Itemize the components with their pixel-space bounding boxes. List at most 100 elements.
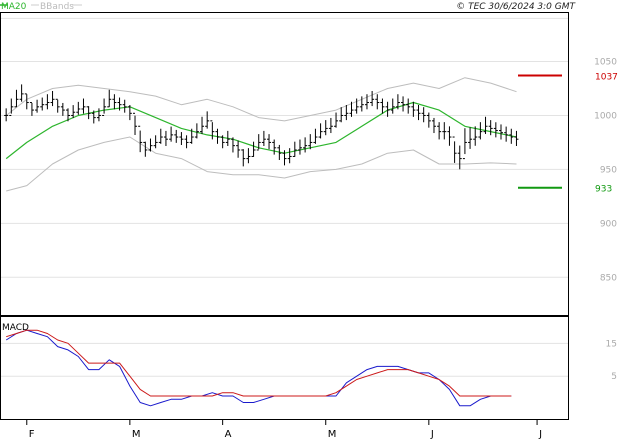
macd-lines (5, 329, 512, 407)
price-tick-label: 950 (600, 165, 617, 175)
price-bar (194, 123, 199, 139)
price-bar (163, 130, 168, 146)
price-bar (323, 120, 328, 136)
price-bar (493, 122, 498, 138)
price-y-axis: 1050 1000 950 900 850 (594, 58, 617, 284)
price-bar (401, 96, 406, 112)
price-bar (318, 123, 323, 139)
price-bar (40, 97, 45, 111)
price-bar (81, 98, 86, 114)
resistance-level-label: 1037 (595, 73, 618, 83)
price-bar (411, 101, 416, 117)
price-bar (344, 105, 349, 121)
price-bar (241, 149, 246, 167)
price-bar (107, 89, 112, 108)
ma20-legend-label: MA20 (1, 2, 27, 12)
bbands-legend-label: BBands (40, 2, 74, 12)
price-bar (19, 84, 24, 102)
price-bar (452, 136, 457, 163)
price-bar (133, 112, 138, 135)
price-bar (431, 117, 436, 134)
price-bar (457, 145, 462, 170)
price-bar (313, 128, 318, 144)
price-bar (272, 139, 277, 155)
price-bar (406, 98, 411, 114)
macd-grid (1, 342, 568, 377)
price-bar (210, 120, 215, 140)
price-bar (14, 89, 19, 108)
price-bar (488, 120, 493, 136)
price-bar (334, 112, 339, 128)
price-tick-label: 1000 (594, 111, 617, 121)
price-bar (375, 94, 380, 110)
price-bar (246, 148, 251, 164)
price-bar (303, 137, 308, 153)
price-bar (328, 117, 333, 134)
month-label: M (132, 429, 141, 440)
ma20-line (5, 101, 517, 160)
price-bar (416, 105, 421, 121)
price-bar (143, 141, 148, 157)
price-bar (112, 94, 117, 110)
month-label: M (328, 429, 337, 440)
price-bar (447, 126, 452, 146)
price-bar (55, 98, 60, 113)
price-bar (421, 107, 426, 123)
macd-tick-label: 5 (611, 372, 617, 382)
month-label: J (430, 429, 434, 440)
price-bar (380, 98, 385, 114)
bb-lower-line (6, 136, 517, 192)
price-bar (29, 102, 34, 116)
macd-title: MACD (2, 323, 29, 333)
price-bar (179, 132, 184, 146)
price-bar (287, 148, 292, 164)
price-bar (478, 122, 483, 140)
price-bar (468, 127, 473, 149)
price-bar (169, 126, 174, 142)
bollinger-bands (5, 77, 517, 192)
macd-y-axis: 15 5 (606, 339, 617, 382)
price-bar (426, 112, 431, 128)
price-tick-label: 900 (600, 219, 617, 229)
price-bar (184, 135, 189, 149)
price-bar (267, 134, 272, 150)
price-bar (292, 141, 297, 157)
price-bar (35, 99, 40, 113)
price-bar (60, 102, 65, 116)
price-tick-label: 850 (600, 273, 617, 283)
price-bar (514, 130, 519, 146)
price-bar (251, 141, 256, 157)
month-label: J (538, 429, 542, 440)
stock-chart: MA20 BBands © TEC 30/6/2024 3:0 GMT 1050… (0, 2, 618, 440)
price-bar (158, 128, 163, 144)
price-bar (498, 124, 503, 140)
price-bar (442, 122, 447, 140)
price-bar (297, 139, 302, 155)
price-bar (205, 111, 210, 129)
price-bar (50, 90, 55, 107)
price-bar (148, 138, 153, 152)
price-levels: 1037 933 (518, 73, 618, 195)
price-bar (370, 90, 375, 107)
copyright-text: © TEC 30/6/2024 3:0 GMT (456, 2, 576, 12)
price-bar (153, 135, 158, 149)
price-bar (462, 128, 467, 160)
price-tick-label: 1050 (594, 58, 617, 68)
month-label: F (29, 429, 35, 440)
price-bar (174, 129, 179, 143)
price-bars (4, 84, 519, 170)
support-level-label: 933 (595, 185, 612, 195)
price-bar (76, 101, 81, 115)
macd-panel-frame (0, 316, 569, 420)
price-bar (200, 116, 205, 135)
price-bar (45, 94, 50, 110)
chart-stage: MA20 BBands © TEC 30/6/2024 3:0 GMT 1050… (0, 0, 627, 440)
price-bar (390, 98, 395, 114)
price-bar (122, 99, 127, 113)
price-bar (261, 130, 266, 146)
macd-tick-label: 15 (606, 339, 617, 349)
price-bar (24, 93, 29, 110)
x-axis: FMAMJJ (26, 419, 542, 440)
price-bar (71, 105, 76, 119)
month-label: A (225, 429, 232, 440)
